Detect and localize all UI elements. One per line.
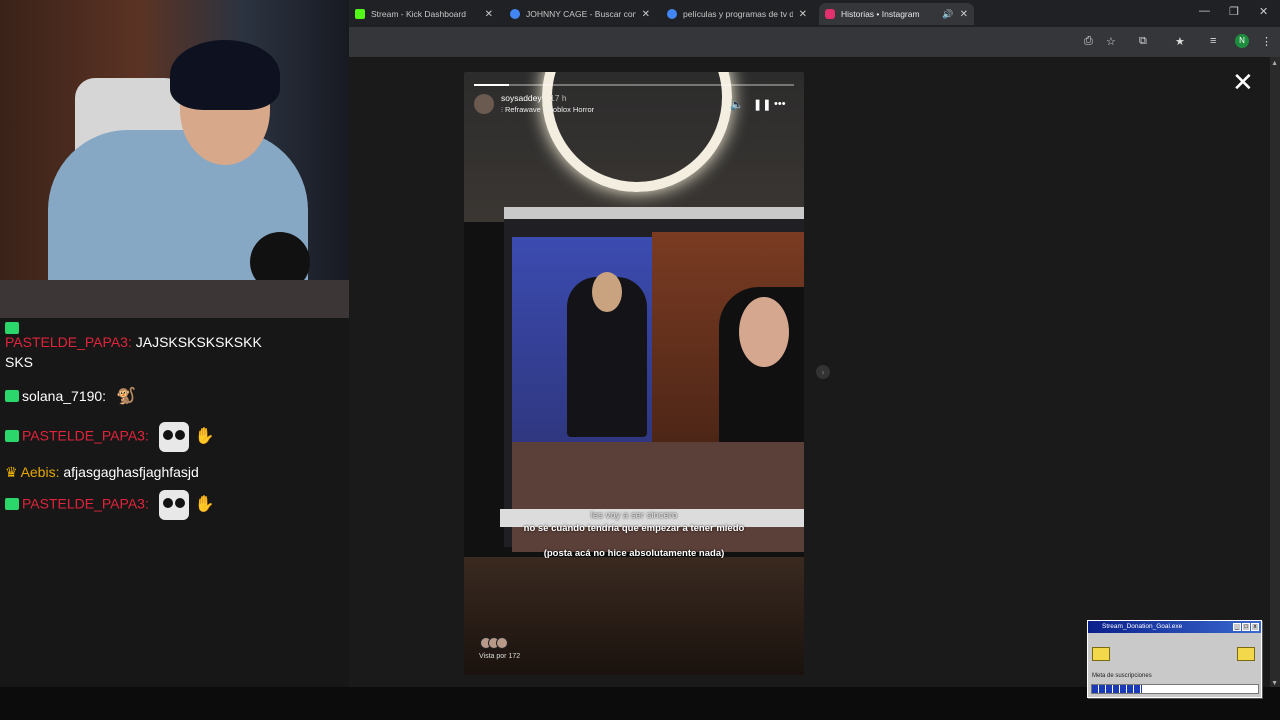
window-close-icon[interactable]: ✕: [1259, 5, 1268, 18]
scroll-up-icon[interactable]: ▲: [1271, 60, 1278, 67]
close-icon: x: [1251, 623, 1259, 631]
tab-instagram-stories[interactable]: Historias • Instagram 🔊 ✕: [819, 3, 974, 25]
chat-text: SKS: [5, 354, 34, 370]
instagram-stories-page: ✕ › ▲ ▼ soysaddey 17 h ⫶ Refrawave · Rob…: [349, 57, 1280, 687]
donation-progress-bar: [1091, 684, 1259, 694]
window-buttons: _ □ x: [1233, 623, 1259, 631]
chat-message: ♛ Aebis: afjasgaghasfjaghfasjd: [5, 462, 199, 482]
menu-kebab-icon[interactable]: ⋮: [1261, 35, 1272, 48]
desk-surface: [512, 442, 804, 552]
story-time: 17 h: [550, 93, 567, 103]
chat-message: solana_7190: 🐒: [5, 386, 136, 407]
minimize-icon[interactable]: —: [1199, 5, 1210, 17]
chat-username: PASTELDE_PAPA3:: [5, 334, 132, 350]
streamer-hair: [170, 40, 280, 110]
viewer-avatars[interactable]: [480, 637, 514, 649]
tab-close-icon[interactable]: ✕: [799, 9, 807, 20]
viewer-avatar: [496, 637, 508, 649]
bookmark-star-icon[interactable]: ☆: [1106, 35, 1116, 48]
tab-title: JOHNNY CAGE - Buscar con Go: [526, 9, 636, 19]
chat-message: PASTELDE_PAPA3: ✋: [5, 490, 215, 520]
story-music-label: Refrawave · Roblox Horror: [504, 105, 595, 114]
pray-hands-icon: ✋: [194, 428, 215, 445]
minimize-icon: _: [1233, 623, 1241, 631]
caption-mid: no sé cuándo tendría que empezar a tener…: [523, 523, 745, 534]
chat-username: PASTELDE_PAPA3:: [22, 427, 149, 444]
crown-icon: ♛: [5, 464, 18, 480]
story-viewer[interactable]: soysaddey 17 h ⫶ Refrawave · Roblox Horr…: [464, 72, 804, 675]
favorites-icon[interactable]: ★: [1175, 35, 1185, 48]
chat-message: PASTELDE_PAPA3: JAJSKSKSKSKSKK: [5, 332, 262, 352]
monkey-emote-icon: 🐒: [115, 388, 136, 406]
story-music[interactable]: ⫶ Refrawave · Roblox Horror: [501, 105, 594, 115]
google-icon: [510, 9, 520, 19]
tab-title: películas y programas de tv de: [683, 9, 793, 19]
profile-avatar[interactable]: N: [1235, 34, 1249, 48]
scrollbar[interactable]: ▲ ▼: [1270, 57, 1280, 687]
audio-playing-icon[interactable]: 🔊: [942, 9, 953, 20]
chat-text: JAJSKSKSKSKSKK: [135, 334, 262, 350]
chat-message: PASTELDE_PAPA3: ✋: [5, 422, 215, 452]
more-options-icon[interactable]: •••: [774, 98, 786, 110]
folder-icon: [1237, 647, 1255, 661]
next-story-arrow-icon[interactable]: ›: [816, 365, 830, 379]
pray-hands-icon: ✋: [194, 496, 215, 513]
chat-overlay: PASTELDE_PAPA3: JAJSKSKSKSKSKK SKS solan…: [0, 318, 349, 687]
tab-google-peliculas[interactable]: películas y programas de tv de ✕: [661, 3, 813, 25]
maximize-icon: □: [1242, 623, 1250, 631]
install-app-icon[interactable]: ⎙: [1084, 35, 1093, 48]
tab-close-icon[interactable]: ✕: [960, 9, 968, 20]
story-username[interactable]: soysaddey: [501, 93, 542, 103]
sub-badge-icon: [5, 429, 19, 442]
chat-username: solana_7190:: [22, 388, 107, 404]
google-icon: [667, 9, 677, 19]
donation-goal-widget: Stream_Donation_Goal.exe _ □ x Meta de s…: [1087, 620, 1262, 698]
pause-icon[interactable]: ❚❚: [753, 98, 771, 111]
donation-progress-fill: [1092, 685, 1142, 693]
tab-close-icon[interactable]: ✕: [485, 9, 493, 20]
tab-close-icon[interactable]: ✕: [642, 9, 650, 20]
chat-username: Aebis:: [20, 464, 60, 480]
eyes-emote-icon: [158, 490, 189, 520]
browser-toolbar: ⎙ ☆ ⧉ ★ ≡ N ⋮: [349, 27, 1280, 57]
tab-kick-dashboard[interactable]: Stream - Kick Dashboard ✕: [349, 3, 499, 25]
tab-title: Historias • Instagram: [841, 9, 920, 19]
chat-message-continued: SKS: [5, 352, 33, 372]
extensions-icon[interactable]: ⧉: [1139, 35, 1147, 48]
avatar[interactable]: [474, 94, 494, 114]
viewer-count[interactable]: Vista por 172: [479, 653, 520, 660]
volume-icon[interactable]: 🔈: [730, 98, 744, 111]
caption-top: les voy a ser sincero: [590, 510, 678, 521]
eyes-emote-icon: [158, 422, 189, 452]
tab-google-search[interactable]: JOHNNY CAGE - Buscar con Go ✕: [504, 3, 656, 25]
scroll-down-icon[interactable]: ▼: [1271, 680, 1278, 687]
chat-text: afjasgaghasfjaghfasjd: [63, 464, 199, 480]
instagram-icon: [825, 9, 835, 19]
story-progress-bar: [474, 84, 794, 86]
caption-bottom: (posta acá no hice absolutamente nada): [543, 548, 725, 559]
restore-icon[interactable]: ❐: [1229, 5, 1239, 18]
donation-title-text: Stream_Donation_Goal.exe: [1102, 623, 1183, 630]
figure-head: [592, 272, 622, 312]
close-icon[interactable]: ✕: [1232, 69, 1254, 95]
desk: [0, 280, 349, 318]
chat-username: PASTELDE_PAPA3:: [22, 495, 149, 512]
webcam-overlay: [0, 0, 349, 318]
figure-face: [739, 297, 789, 367]
sub-badge-icon: [5, 497, 19, 510]
folder-icon: [1092, 647, 1110, 661]
screen: PASTELDE_PAPA3: JAJSKSKSKSKSKK SKS solan…: [0, 0, 1280, 720]
donation-label: Meta de suscripciones: [1092, 673, 1152, 679]
kick-icon: [355, 9, 365, 19]
media-control-icon[interactable]: ≡: [1210, 35, 1216, 47]
story-progress-fill: [474, 84, 510, 86]
sub-badge-icon: [5, 390, 19, 402]
browser-tabbar: Stream - Kick Dashboard ✕ JOHNNY CAGE - …: [349, 0, 1280, 27]
tab-title: Stream - Kick Dashboard: [371, 9, 466, 19]
donation-window-title: Stream_Donation_Goal.exe _ □ x: [1088, 621, 1261, 633]
